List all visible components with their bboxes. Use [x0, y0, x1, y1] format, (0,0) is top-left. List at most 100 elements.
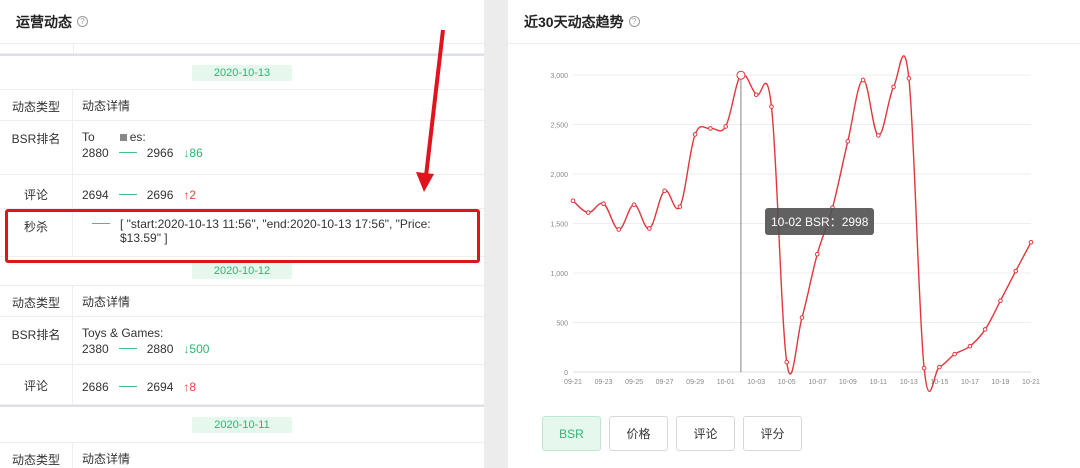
trend-panel: 近30天动态趋势 ? 0 500 1,000 1,500 2,000 2,500 3,000… [508, 0, 1080, 468]
tab-bsr[interactable]: BSR [542, 416, 601, 451]
type-header: 动态类型 [0, 443, 73, 468]
table-row-review: 评论 2694 2696 ↑2 [0, 175, 484, 209]
x-tick-label: 10-07 [808, 379, 826, 386]
detail-header: 动态详情 [82, 99, 131, 113]
data-point [601, 201, 606, 206]
operations-header: 运营动态 ? [0, 0, 484, 44]
data-point [677, 204, 683, 209]
row-type-label: BSR排名 [0, 317, 73, 364]
row-detail: 2694 2696 ↑2 [73, 175, 484, 208]
date-badge: 2020-10-11 [192, 416, 292, 433]
date-separator: 2020-10-11 [0, 405, 484, 443]
tab-rating[interactable]: 评分 [743, 416, 802, 451]
table-header-row: 动态类型 动态详情 [0, 90, 484, 121]
y-tick-label: 2,500 [550, 123, 568, 130]
right-arrow-icon [118, 347, 137, 349]
bsr-category: Toys & Games: [82, 326, 164, 340]
y-tick-label: 3,000 [550, 73, 568, 80]
data-point [876, 133, 881, 138]
table-row-review: 评论 2686 2694 ↑8 [0, 365, 484, 405]
data-point [585, 210, 591, 215]
date-separator: 2020-10-12 [0, 257, 484, 286]
row-detail: 2686 2694 ↑8 [73, 365, 484, 404]
x-tick-label: 10-13 [900, 379, 918, 386]
data-point [891, 84, 896, 90]
date-badge: 2020-10-13 [191, 64, 293, 81]
data-point [906, 76, 912, 81]
x-tick-label: 10-01 [717, 379, 735, 386]
x-tick-label: 10-05 [778, 379, 796, 386]
bsr-from: 2380 [82, 342, 109, 356]
type-header: 动态类型 [0, 286, 73, 316]
y-tick-label: 0 [564, 370, 568, 377]
data-point [616, 227, 622, 232]
data-point [921, 365, 927, 371]
data-point [937, 364, 942, 370]
tab-review[interactable]: 评论 [676, 416, 735, 451]
table-row-bsr: BSR排名 To es: 2880 2966 ↓86 [0, 121, 484, 175]
data-point [860, 77, 866, 83]
right-arrow-icon [92, 223, 110, 224]
data-point [647, 226, 652, 231]
row-type-label: 评论 [0, 175, 73, 208]
table-header-row: 动态类型 动态详情 [0, 443, 484, 468]
chart-tooltip: 10-02 BSR：2998 [765, 208, 875, 235]
data-point [708, 126, 713, 131]
data-point [631, 202, 637, 207]
review-to: 2696 [146, 188, 174, 202]
x-tick-label: 10-17 [961, 379, 979, 386]
x-tick-label: 09-21 [564, 379, 582, 386]
redacted-mark [119, 134, 127, 142]
row-detail: To es: 2880 2966 ↓86 [73, 121, 484, 174]
y-tick-label: 500 [556, 321, 568, 328]
x-tick-label: 09-27 [656, 379, 674, 386]
y-tick-label: 1,000 [550, 271, 568, 278]
data-point [753, 92, 759, 98]
row-detail: Toys & Games: 2380 2880 ↓500 [73, 317, 484, 364]
data-point [723, 124, 728, 129]
data-point [967, 343, 973, 349]
detail-header: 动态详情 [82, 452, 131, 466]
data-point [952, 351, 957, 357]
data-point [799, 315, 805, 320]
type-header: 动态类型 [0, 90, 73, 120]
x-tick-label: 10-11 [870, 379, 887, 386]
data-point [769, 104, 774, 109]
data-point-highlighted [736, 70, 746, 80]
data-point [692, 132, 698, 137]
x-tick-label: 09-29 [686, 379, 704, 386]
x-tick-label: 10-19 [992, 379, 1010, 386]
data-point [845, 139, 851, 144]
data-point [982, 327, 988, 332]
data-point [998, 298, 1003, 304]
bsr-change: 500 [189, 342, 210, 356]
table-header-row: 动态类型 动态详情 [0, 286, 484, 317]
bsr-change: 86 [189, 146, 203, 160]
y-tick-label: 2,000 [550, 172, 568, 179]
review-to: 2694 [146, 380, 174, 394]
bsr-category: To [82, 130, 95, 144]
x-tick-label: 10-03 [747, 379, 765, 386]
row-type-label: 秒杀 [0, 209, 73, 256]
tab-price[interactable]: 价格 [609, 416, 668, 451]
x-tick-label: 09-25 [625, 379, 643, 386]
data-point [814, 251, 820, 257]
right-arrow-icon [118, 385, 137, 387]
right-arrow-icon [118, 151, 137, 153]
help-icon[interactable]: ? [77, 16, 88, 27]
seckill-detail-text: [ "start:2020-10-13 11:56", "end:2020-10… [120, 217, 431, 245]
data-point [1028, 240, 1034, 245]
trend-header: 近30天动态趋势 ? [508, 0, 1080, 44]
x-tick-label: 10-09 [839, 379, 857, 386]
date-badge: 2020-10-12 [191, 263, 293, 279]
trend-title: 近30天动态趋势 [524, 13, 624, 30]
help-icon[interactable]: ? [628, 16, 640, 27]
table-row-bsr: BSR排名 Toys & Games: 2380 2880 ↓500 [0, 317, 484, 365]
table-row-seckill: 秒杀 [ "start:2020-10-13 11:56", "end:2020… [0, 209, 484, 257]
right-arrow-icon [118, 193, 137, 195]
bsr-to: 2880 [146, 342, 174, 356]
bsr-from: 2880 [82, 146, 109, 160]
detail-header: 动态详情 [82, 295, 131, 309]
review-change: 8 [189, 380, 197, 394]
row-type-label: 评论 [0, 365, 73, 404]
